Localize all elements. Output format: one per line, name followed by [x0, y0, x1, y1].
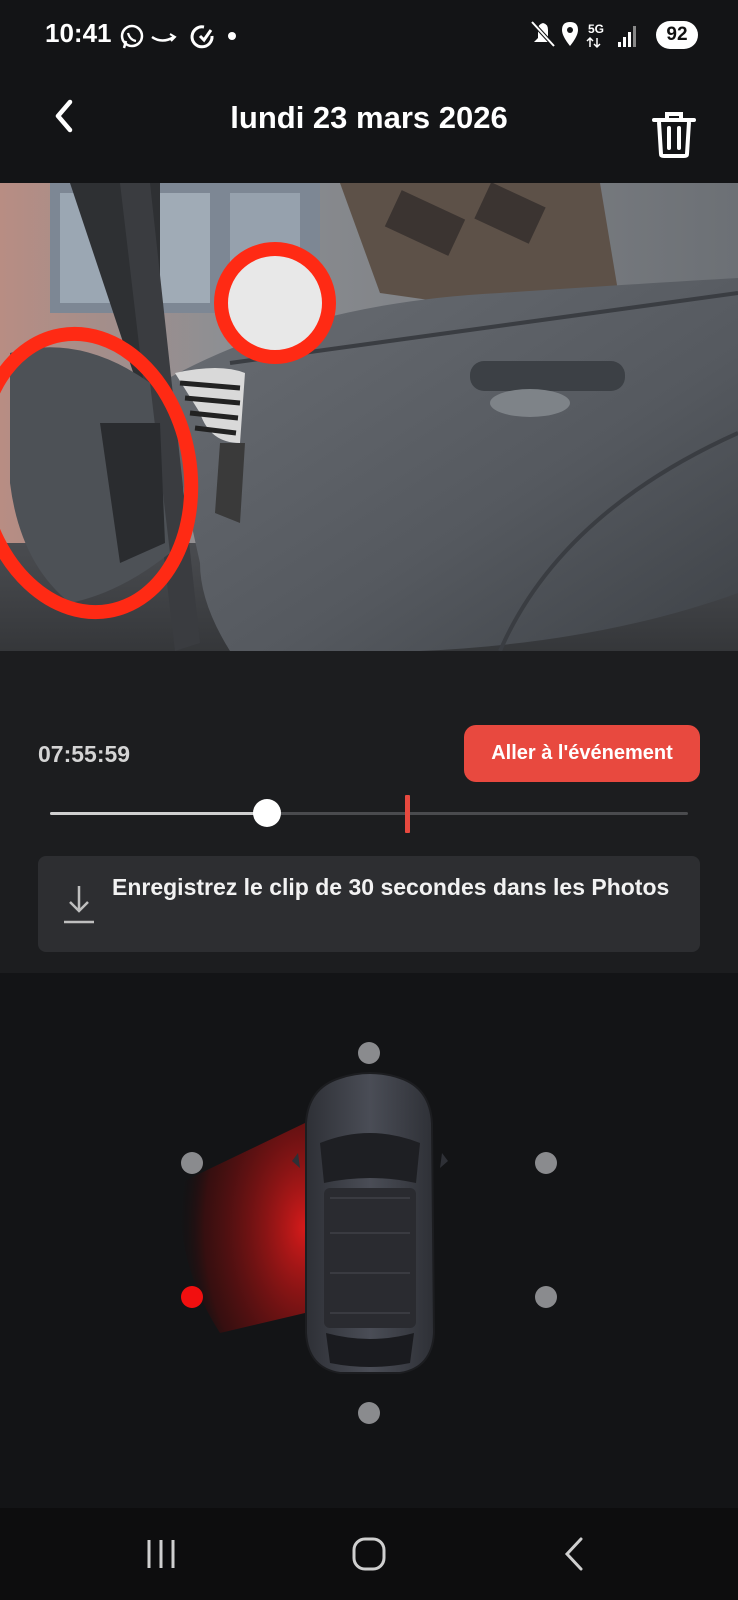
navigation-bar [0, 1508, 738, 1600]
timestamp: 07:55:59 [38, 741, 131, 767]
back-icon[interactable] [545, 1532, 605, 1576]
camera-dot-right-rear[interactable] [535, 1286, 557, 1308]
svg-text:5G: 5G [588, 22, 604, 36]
notification-icons [120, 24, 236, 49]
signal-icon [618, 26, 636, 47]
scrubber-handle[interactable] [252, 799, 281, 827]
mute-icon [530, 20, 556, 48]
video-player[interactable] [0, 183, 738, 651]
system-icons: 5G 92 [530, 18, 710, 52]
home-icon[interactable] [339, 1532, 399, 1576]
go-to-event-button[interactable]: Aller à l'événement [464, 725, 700, 782]
location-icon [562, 22, 578, 46]
status-time: 10:41 [45, 18, 112, 48]
car-top-view-icon [292, 1072, 448, 1374]
chevron-left-icon[interactable] [40, 92, 88, 140]
timeline-scrubber[interactable] [50, 795, 688, 833]
download-icon [64, 886, 94, 924]
battery-icon: 92 [656, 21, 698, 49]
save-clip-label: Enregistrez le clip de 30 secondes dans … [112, 874, 670, 900]
camera-dot-rear[interactable] [358, 1402, 380, 1424]
camera-dot-front[interactable] [358, 1042, 380, 1064]
5g-icon: 5G [586, 22, 604, 49]
camera-selector [0, 973, 738, 1508]
video-frame [0, 183, 738, 651]
sync-icon [190, 25, 214, 49]
amazon-icon [151, 33, 177, 42]
status-bar: 10:41 5G 92 [0, 0, 738, 70]
camera-dot-right-front[interactable] [535, 1152, 557, 1174]
header: lundi 23 mars 2026 [0, 70, 738, 180]
timeline-panel: 07:55:59 Aller à l'événement [0, 651, 738, 837]
save-panel: Enregistrez le clip de 30 secondes dans … [0, 837, 738, 973]
timeline-progress [50, 812, 267, 815]
page-title: lundi 23 mars 2026 [230, 100, 508, 135]
dot-icon [228, 32, 236, 40]
camera-dot-left-rear[interactable] [181, 1286, 203, 1308]
recent-apps-icon[interactable] [131, 1532, 191, 1576]
save-clip-button[interactable]: Enregistrez le clip de 30 secondes dans … [38, 856, 700, 952]
event-marker [405, 795, 411, 833]
trash-icon[interactable] [650, 108, 698, 160]
camera-dot-left-front[interactable] [181, 1152, 203, 1174]
whatsapp-icon [120, 24, 144, 49]
